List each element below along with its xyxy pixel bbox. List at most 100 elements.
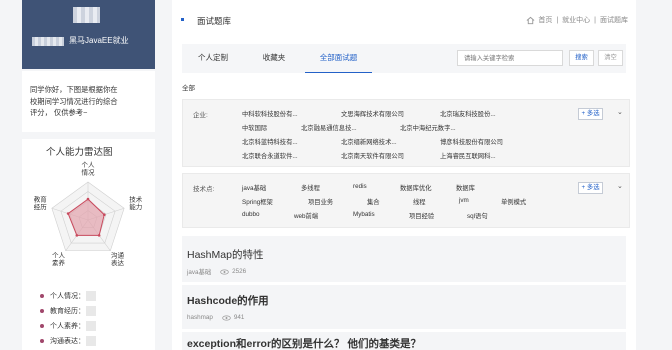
radar-axis-label: 教育经历: [34, 194, 48, 211]
chevron-down-icon[interactable]: ⌄: [617, 182, 623, 190]
tech-option[interactable]: 项目经验: [409, 211, 434, 220]
tech-option[interactable]: 线程: [413, 197, 426, 206]
breadcrumb-home[interactable]: 首页: [538, 15, 552, 25]
legend-label: 教育经历：: [50, 307, 85, 315]
tab-personal[interactable]: 个人定制: [182, 44, 244, 73]
company-option[interactable]: 北京中海纪元数字...: [400, 123, 456, 132]
legend-item: 个人情况：: [40, 288, 96, 303]
tech-option[interactable]: 数据库: [456, 183, 475, 192]
legend-dot: [40, 308, 44, 313]
question-meta: java基础 2526: [187, 267, 246, 276]
legend-dot: [40, 323, 44, 328]
tech-option[interactable]: Spring框架: [242, 197, 273, 206]
tab-all-questions[interactable]: 全部面试题: [305, 44, 372, 73]
radar-axis-label-line: 沟通: [111, 251, 125, 260]
legend-label: 个人情况：: [50, 292, 85, 300]
tech-option[interactable]: dubbo: [242, 211, 260, 218]
legend-value-hidden: [86, 335, 96, 346]
tech-multiselect-button[interactable]: + 多选: [578, 182, 603, 194]
radar-data-point: [97, 234, 101, 237]
intro-line: 校期间学习情况进行的综合: [30, 96, 118, 106]
company-option[interactable]: 北京南天软件有限公司: [341, 151, 404, 160]
tech-option[interactable]: jvm: [459, 197, 469, 204]
company-filter: 企业: 中科软科技股份有... 文思海辉技术有限公司 北京瑞友科技股份... 中…: [182, 99, 630, 167]
class-name: 黑马JavaEE就业: [69, 36, 129, 45]
title-marker: [181, 18, 184, 21]
company-option[interactable]: 北京联合永道软件...: [242, 151, 298, 160]
company-option[interactable]: 北京融易通信息技...: [301, 123, 357, 132]
question-title[interactable]: HashMap的特性: [187, 247, 263, 262]
radar-axis-label-line: 教育: [34, 194, 48, 203]
radar-axis-label: 个人素养: [52, 252, 66, 268]
radar-axis-label-line: 个人: [82, 161, 96, 169]
legend-value-hidden: [86, 305, 96, 316]
radar-axis-label-line: 技术: [129, 194, 143, 203]
tech-option[interactable]: java基础: [242, 183, 266, 192]
eye-icon: [220, 268, 229, 275]
tech-option[interactable]: 集合: [367, 197, 380, 206]
question-card[interactable]: exception和error的区别是什么？ 他们的基类是？: [182, 332, 626, 350]
company-option[interactable]: 博彦科技股份有限公司: [440, 137, 503, 146]
tech-option[interactable]: sql语句: [467, 211, 488, 220]
tech-option[interactable]: 项目业务: [308, 197, 333, 206]
tech-option[interactable]: Mybatis: [353, 211, 375, 218]
radar-legend: 个人情况： 教育经历： 个人素养： 沟通表达：: [40, 288, 96, 348]
breadcrumb-career[interactable]: 就业中心: [562, 15, 590, 25]
question-card[interactable]: Hashcode的作用 hashmap 941: [182, 285, 626, 329]
tech-filter: 技术点: java基础 多线程 redis 数据库优化 数据库 Spring框架…: [182, 173, 630, 228]
radar-data-point: [66, 212, 70, 215]
company-option[interactable]: 中软国际: [242, 123, 267, 132]
tech-option[interactable]: web前端: [294, 211, 318, 220]
main-content: 面试题库 首页 | 就业中心 | 面试题库 个人定制 收藏夹 全部面试题 搜索 …: [172, 0, 636, 350]
question-title[interactable]: exception和error的区别是什么？ 他们的基类是？: [187, 336, 421, 350]
search-input[interactable]: [457, 50, 563, 66]
tab-bar: 个人定制 收藏夹 全部面试题 搜索 清空: [182, 44, 626, 73]
radar-axis-label-line: 能力: [129, 202, 142, 211]
eye-icon: [222, 314, 231, 321]
radar-axis-label-line: 个人: [52, 252, 66, 260]
company-option[interactable]: 北京瑞友科技股份...: [440, 109, 496, 118]
avatar: [73, 7, 100, 23]
legend-item: 个人素养：: [40, 318, 96, 333]
company-option[interactable]: 北京科蓝特科技有...: [242, 137, 298, 146]
chevron-down-icon[interactable]: ⌄: [617, 108, 623, 116]
intro-line: 评分， 仅供参考~: [30, 108, 88, 117]
company-option[interactable]: 上海睿民互联网科...: [440, 151, 496, 160]
radar-axis-label-line: 情况: [82, 167, 96, 176]
company-filter-label: 企业:: [193, 112, 208, 119]
view-count: 941: [233, 314, 245, 321]
question-card[interactable]: HashMap的特性 java基础 2526: [182, 236, 626, 282]
radar-title: 个人能力雷达图: [46, 147, 113, 158]
search-button[interactable]: 搜索: [569, 50, 594, 66]
radar-axis-label-line: 经历: [34, 202, 48, 211]
legend-value-hidden: [86, 320, 96, 331]
question-title[interactable]: Hashcode的作用: [187, 293, 269, 308]
page-header: 面试题库 首页 | 就业中心 | 面试题库: [172, 0, 636, 40]
company-option[interactable]: 北京缙新网络技术...: [341, 137, 397, 146]
legend-value-hidden: [86, 290, 96, 301]
app-root: 黑马JavaEE就业 同学你好，下图是根据你在 校期间学习情况进行的综合 评分，…: [0, 0, 672, 350]
tech-filter-label: 技术点:: [193, 186, 215, 193]
tech-option[interactable]: 单例模式: [501, 197, 526, 206]
radar-axis-label: 沟通表达: [111, 251, 125, 268]
profile-card: 黑马JavaEE就业: [22, 0, 155, 69]
company-option[interactable]: 文思海辉技术有限公司: [341, 109, 404, 118]
legend-dot: [40, 338, 44, 343]
tech-option[interactable]: 数据库优化: [400, 183, 431, 192]
legend-label: 个人素养：: [50, 322, 85, 330]
filter-all-label[interactable]: 全部: [182, 82, 195, 92]
clear-button[interactable]: 清空: [598, 50, 623, 66]
tech-option[interactable]: 多线程: [301, 183, 320, 192]
home-icon: [526, 16, 535, 24]
page-title: 面试题库: [197, 16, 232, 26]
tech-option[interactable]: redis: [353, 183, 367, 190]
radar-card: 个人能力雷达图 个人情况 技术能力 沟通表达 个人素养 教育经历 个人情况： 教育经历：…: [22, 139, 155, 350]
legend-dot: [40, 293, 44, 298]
company-multiselect-button[interactable]: + 多选: [578, 108, 603, 120]
intro-line: 同学你好，下图是根据你在: [30, 85, 118, 94]
breadcrumb: 首页 | 就业中心 | 面试题库: [526, 15, 628, 25]
tab-favorites[interactable]: 收藏夹: [244, 44, 304, 73]
radar-axis-label-line: 表达: [111, 258, 125, 267]
radar-data-point: [102, 213, 106, 217]
company-option[interactable]: 中科软科技股份有...: [242, 109, 298, 118]
